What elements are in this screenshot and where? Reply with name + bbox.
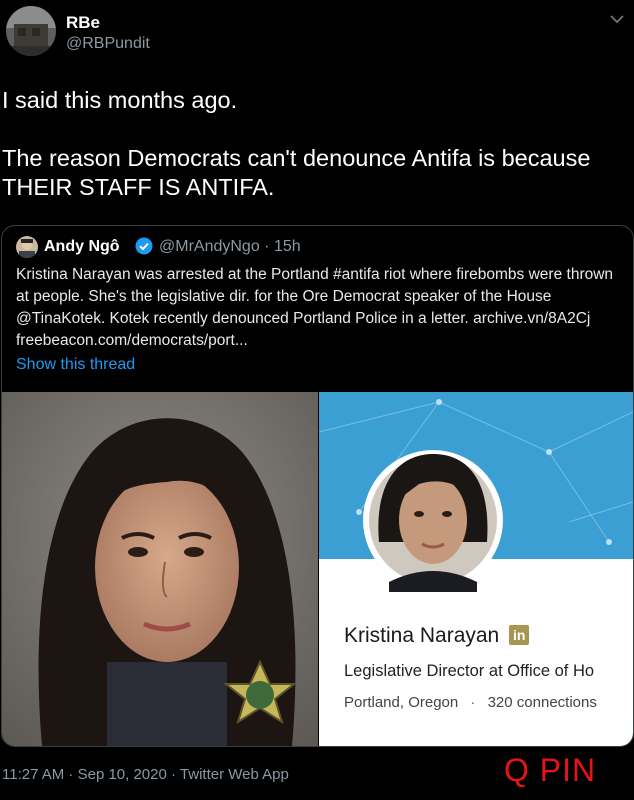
linkedin-icon: in bbox=[509, 625, 530, 645]
author-handle[interactable]: @RBPundit bbox=[66, 35, 150, 53]
linkedin-name-text: Kristina Narayan bbox=[344, 624, 500, 647]
linkedin-profile-card[interactable]: Kristina Narayan in Legislative Director … bbox=[319, 392, 633, 746]
linkedin-headline: Legislative Director at Office of Ho bbox=[344, 662, 595, 680]
author-avatar[interactable] bbox=[6, 6, 56, 56]
mugshot-photo[interactable] bbox=[2, 392, 318, 746]
quoted-tweet-card[interactable]: Andy Ngô @MrAndyNgo · 15h Kristina Naray… bbox=[1, 225, 634, 747]
tweet-timestamp-source[interactable]: 11:27 AM · Sep 10, 2020 · Twitter Web Ap… bbox=[2, 766, 289, 783]
linkedin-connections: 320 connections bbox=[487, 694, 597, 711]
verified-badge-icon bbox=[135, 237, 153, 255]
tweet-text: I said this months ago. The reason Democ… bbox=[2, 87, 591, 200]
author-name[interactable]: RBe bbox=[66, 13, 100, 33]
quoted-author-meta[interactable]: @MrAndyNgo · 15h bbox=[159, 238, 301, 256]
quoted-tweet-text: Kristina Narayan was arrested at the Por… bbox=[16, 266, 614, 349]
linkedin-name: Kristina Narayan in bbox=[344, 624, 530, 648]
show-thread-link[interactable]: Show this thread bbox=[16, 356, 135, 374]
linkedin-location-row: Portland, Oregon · 320 connections bbox=[344, 694, 597, 711]
quoted-author-avatar bbox=[16, 236, 38, 258]
chevron-down-icon[interactable] bbox=[608, 10, 626, 28]
watermark-text: Q PIN bbox=[504, 752, 597, 788]
linkedin-location: Portland, Oregon bbox=[344, 694, 459, 711]
quoted-author-name[interactable]: Andy Ngô bbox=[44, 238, 120, 256]
